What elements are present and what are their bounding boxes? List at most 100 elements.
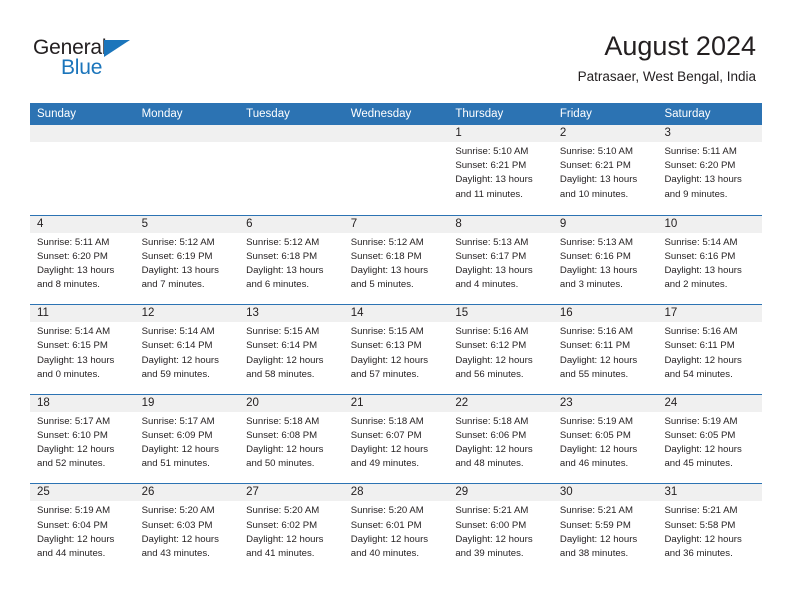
day-cell[interactable]: 7 Sunrise: 5:12 AM Sunset: 6:18 PM Daylight…	[343, 215, 449, 305]
day-cell[interactable]: 12 Sunrise: 5:14 AM Sunset: 6:14 PM Dayligh…	[134, 305, 240, 394]
calendar-week-row: 1 Sunrise: 5:10 AM Sunset: 6:21 PM Daylight…	[30, 125, 763, 215]
day-detail-line: and 49 minutes.	[350, 458, 420, 470]
day-cell[interactable]: 17 Sunrise: 5:16 AM Sunset: 6:11 PM Dayligh…	[657, 305, 763, 394]
day-cell[interactable]: 22 Sunrise: 5:18 AM Sunset: 6:06 PM Dayligh…	[448, 394, 553, 484]
day-cell[interactable]: 6 Sunrise: 5:12 AM Sunset: 6:18 PM Daylight…	[239, 215, 344, 305]
day-cell[interactable]: 9 Sunrise: 5:13 AM Sunset: 6:16 PM Daylight…	[552, 215, 658, 305]
day-cell[interactable]: 23 Sunrise: 5:19 AM Sunset: 6:05 PM Dayligh…	[552, 394, 658, 484]
day-detail-line: Sunset: 6:18 PM	[246, 250, 318, 262]
day-cell[interactable]: 19 Sunrise: 5:17 AM Sunset: 6:09 PM Dayligh…	[134, 394, 240, 484]
day-number: 9	[552, 215, 658, 233]
day-detail-line: Sunset: 6:06 PM	[455, 429, 527, 441]
day-details: Sunrise: 5:19 AM Sunset: 6:04 PM Daylight:…	[30, 501, 135, 561]
day-detail-line: and 0 minutes.	[37, 368, 100, 380]
day-detail-line: Sunrise: 5:16 AM	[559, 326, 633, 338]
day-detail-line: Daylight: 12 hours	[664, 533, 742, 545]
day-cell[interactable]: 20 Sunrise: 5:18 AM Sunset: 6:08 PM Dayligh…	[239, 394, 344, 484]
day-cell[interactable]: 26 Sunrise: 5:20 AM Sunset: 6:03 PM Dayligh…	[134, 484, 240, 573]
day-detail-line: Sunset: 6:15 PM	[37, 340, 108, 352]
day-details: Sunrise: 5:12 AM Sunset: 6:19 PM Daylight:…	[135, 233, 240, 293]
day-detail-line: and 45 minutes.	[664, 458, 733, 470]
day-number: 19	[134, 394, 240, 412]
day-cell[interactable]: 30 Sunrise: 5:21 AM Sunset: 5:59 PM Dayligh…	[552, 484, 658, 573]
day-number: 30	[552, 484, 658, 502]
day-cell[interactable]: 16 Sunrise: 5:16 AM Sunset: 6:11 PM Dayligh…	[552, 305, 658, 394]
day-cell[interactable]: 2 Sunrise: 5:10 AM Sunset: 6:21 PM Daylight…	[552, 125, 658, 215]
day-number: 8	[448, 215, 553, 233]
day-cell[interactable]: 31 Sunrise: 5:21 AM Sunset: 5:58 PM Dayligh…	[657, 484, 763, 573]
day-details	[135, 142, 240, 145]
weekday-header-monday: Monday	[141, 108, 183, 120]
day-detail-line: and 48 minutes.	[455, 458, 524, 470]
day-details: Sunrise: 5:11 AM Sunset: 6:20 PM Daylight:…	[657, 142, 762, 202]
day-detail-line: Sunrise: 5:19 AM	[559, 415, 633, 427]
day-detail-line: Daylight: 12 hours	[246, 354, 324, 366]
day-number: 24	[657, 394, 763, 412]
day-cell-empty	[239, 125, 344, 215]
day-detail-line: Sunset: 6:21 PM	[455, 160, 527, 172]
day-detail-line: Daylight: 12 hours	[246, 444, 324, 456]
day-detail-line: and 54 minutes.	[664, 368, 733, 380]
day-number: 1	[448, 125, 553, 142]
day-detail-line: and 5 minutes.	[350, 279, 414, 291]
day-cell[interactable]: 24 Sunrise: 5:19 AM Sunset: 6:05 PM Dayligh…	[657, 394, 763, 484]
day-cell[interactable]: 1 Sunrise: 5:10 AM Sunset: 6:21 PM Daylight…	[448, 125, 553, 215]
day-cell[interactable]: 25 Sunrise: 5:19 AM Sunset: 6:04 PM Dayligh…	[30, 484, 135, 573]
day-cell[interactable]: 8 Sunrise: 5:13 AM Sunset: 6:17 PM Daylight…	[448, 215, 553, 305]
day-detail-line: Daylight: 13 hours	[455, 265, 533, 276]
day-detail-line: Daylight: 12 hours	[350, 444, 429, 456]
day-details: Sunrise: 5:19 AM Sunset: 6:05 PM Daylight:…	[657, 412, 762, 472]
day-detail-line: Sunrise: 5:12 AM	[141, 236, 215, 248]
day-detail-line: Sunrise: 5:14 AM	[664, 236, 738, 248]
day-cell[interactable]: 3 Sunrise: 5:11 AM Sunset: 6:20 PM Daylight…	[657, 125, 763, 215]
day-cell[interactable]: 5 Sunrise: 5:12 AM Sunset: 6:19 PM Daylight…	[134, 215, 240, 305]
day-cell[interactable]: 11 Sunrise: 5:14 AM Sunset: 6:15 PM Dayligh…	[30, 305, 135, 394]
day-detail-line: Sunset: 6:19 PM	[141, 250, 213, 262]
day-cell[interactable]: 15 Sunrise: 5:16 AM Sunset: 6:12 PM Dayligh…	[448, 305, 553, 394]
day-number: 17	[657, 305, 763, 323]
calendar-week-row: 4 Sunrise: 5:11 AM Sunset: 6:20 PM Daylight…	[30, 214, 763, 305]
day-detail-line: Sunrise: 5:11 AM	[37, 236, 110, 248]
day-detail-line: Sunset: 6:01 PM	[350, 519, 422, 531]
day-cell[interactable]: 14 Sunrise: 5:15 AM Sunset: 6:13 PM Dayligh…	[343, 305, 449, 394]
day-details: Sunrise: 5:16 AM Sunset: 6:12 PM Daylight:…	[448, 322, 553, 382]
day-detail-line: Sunset: 6:04 PM	[37, 519, 108, 531]
day-details: Sunrise: 5:15 AM Sunset: 6:14 PM Daylight:…	[239, 322, 344, 382]
day-number: 15	[448, 305, 553, 323]
day-detail-line: and 40 minutes.	[350, 547, 420, 559]
day-detail-line: and 2 minutes.	[664, 279, 728, 291]
day-detail-line: and 50 minutes.	[246, 458, 315, 470]
day-cell[interactable]: 28 Sunrise: 5:20 AM Sunset: 6:01 PM Dayligh…	[343, 484, 449, 573]
day-detail-line: Sunset: 6:14 PM	[141, 340, 213, 352]
day-cell[interactable]: 27 Sunrise: 5:20 AM Sunset: 6:02 PM Dayligh…	[239, 484, 344, 573]
day-cell[interactable]: 18 Sunrise: 5:17 AM Sunset: 6:10 PM Dayligh…	[30, 394, 135, 484]
day-number: 14	[343, 305, 449, 323]
day-cell[interactable]: 21 Sunrise: 5:18 AM Sunset: 6:07 PM Dayligh…	[343, 394, 449, 484]
day-cell[interactable]: 29 Sunrise: 5:21 AM Sunset: 6:00 PM Dayligh…	[448, 484, 553, 573]
day-details: Sunrise: 5:14 AM Sunset: 6:15 PM Daylight:…	[30, 322, 135, 382]
day-details: Sunrise: 5:18 AM Sunset: 6:07 PM Daylight:…	[344, 412, 449, 472]
day-detail-line: and 7 minutes.	[141, 279, 205, 291]
day-number: 7	[343, 215, 449, 233]
day-details: Sunrise: 5:19 AM Sunset: 6:05 PM Daylight:…	[553, 412, 658, 472]
day-cell[interactable]: 4 Sunrise: 5:11 AM Sunset: 6:20 PM Daylight…	[30, 215, 135, 305]
day-detail-line: and 44 minutes.	[37, 547, 106, 559]
day-detail-line: and 6 minutes.	[246, 279, 310, 291]
weekday-header-tuesday: Tuesday	[246, 108, 290, 120]
day-detail-line: Sunset: 6:21 PM	[559, 160, 631, 172]
day-cell[interactable]: 13 Sunrise: 5:15 AM Sunset: 6:14 PM Dayligh…	[239, 305, 344, 394]
day-detail-line: and 52 minutes.	[37, 458, 106, 470]
day-detail-line: Sunset: 6:16 PM	[664, 250, 736, 262]
day-cell[interactable]: 10 Sunrise: 5:14 AM Sunset: 6:16 PM Dayligh…	[657, 215, 763, 305]
day-detail-line: Sunrise: 5:18 AM	[246, 415, 320, 427]
day-detail-line: Sunrise: 5:10 AM	[559, 146, 633, 157]
day-detail-line: Sunset: 6:00 PM	[455, 519, 527, 531]
day-detail-line: and 10 minutes.	[559, 188, 629, 200]
page-title: August 2024	[604, 31, 756, 61]
day-detail-line: Daylight: 12 hours	[141, 444, 219, 456]
day-number: 31	[657, 484, 763, 502]
day-details: Sunrise: 5:10 AM Sunset: 6:21 PM Daylight:…	[448, 142, 553, 202]
day-detail-line: Daylight: 12 hours	[664, 354, 742, 366]
day-detail-line: and 36 minutes.	[664, 547, 733, 559]
day-number: 26	[134, 484, 240, 502]
